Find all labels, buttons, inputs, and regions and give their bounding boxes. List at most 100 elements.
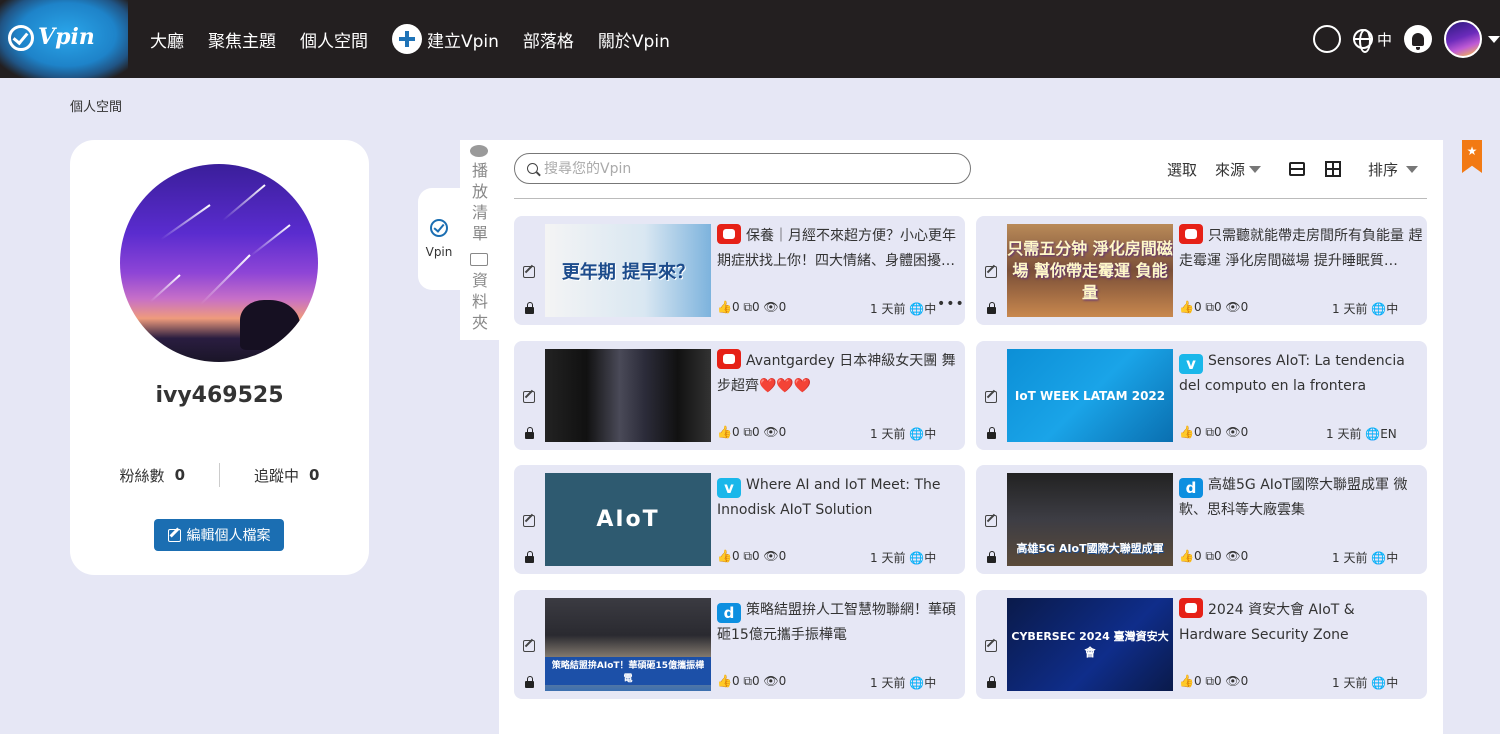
video-title[interactable]: Avantgardey 日本神級女天團 舞步超齊❤️❤️❤️: [717, 349, 961, 399]
favorites-bookmark-icon[interactable]: ★: [1462, 140, 1482, 173]
vpin-card[interactable]: IoT WEEK LATAM 2022 v Sensores AIoT: La t…: [976, 341, 1427, 450]
video-thumbnail[interactable]: [545, 349, 711, 442]
youtube-icon: [1179, 598, 1203, 618]
nav-personal-space[interactable]: 個人空間: [300, 27, 368, 52]
edit-icon[interactable]: [523, 640, 535, 652]
vpin-card[interactable]: 只需五分钟 淨化房間磁場 幫你帶走霉運 負能量 只需聽就能帶走房間所有負能量 趕…: [976, 216, 1427, 325]
language-switch[interactable]: 中: [1377, 29, 1392, 50]
youtube-icon: [717, 224, 741, 244]
edit-profile-button[interactable]: 編輯個人檔案: [154, 519, 284, 551]
followers-label[interactable]: 粉絲數: [120, 465, 165, 486]
main-nav: 大廳 聚焦主題 個人空間 建立Vpin 部落格 關於Vpin: [150, 0, 694, 78]
post-meta: 1 天前 🌐中: [1332, 676, 1399, 690]
post-meta: 1 天前 🌐中: [870, 427, 937, 441]
edit-icon[interactable]: [985, 266, 997, 278]
lock-icon: [525, 551, 534, 563]
vpin-list-panel: 選取 來源 排序 更年期 提早來？ 保養｜月經不來超方便？小心更年期症狀找上你！…: [499, 140, 1443, 734]
lock-icon: [987, 551, 996, 563]
search-input[interactable]: [544, 160, 944, 177]
vpin-card[interactable]: 更年期 提早來？ 保養｜月經不來超方便？小心更年期症狀找上你！四大情緒、身體困擾…: [514, 216, 965, 325]
video-thumbnail[interactable]: 策略結盟拚AIoT！華碩砸15億攜振樺電: [545, 598, 711, 691]
breadcrumb[interactable]: 個人空間: [70, 96, 122, 115]
list-view-button[interactable]: [1289, 162, 1305, 176]
edit-icon[interactable]: [985, 391, 997, 403]
post-meta: 1 天前 🌐中: [870, 676, 937, 690]
video-thumbnail[interactable]: 更年期 提早來？: [545, 224, 711, 317]
nav-create-vpin-label: 建立Vpin: [427, 31, 499, 52]
info-icon[interactable]: ⓘ: [1312, 25, 1341, 53]
profile-picture: [120, 164, 318, 362]
toolbar-divider: [514, 198, 1427, 199]
tab-playlist[interactable]: 播放清單: [470, 160, 490, 244]
video-thumbnail[interactable]: 高雄5G AIoT國際大聯盟成軍: [1007, 473, 1173, 566]
vimeo-icon: v: [1179, 354, 1203, 374]
following-count: 0: [309, 466, 320, 484]
edit-icon[interactable]: [523, 391, 535, 403]
edit-icon[interactable]: [985, 640, 997, 652]
vpin-card[interactable]: CYBERSEC 2024 臺灣資安大會 2024 資安大會 AIoT & Ha…: [976, 590, 1427, 699]
video-title[interactable]: v Sensores AIoT: La tendencia del computo…: [1179, 349, 1423, 399]
chevron-down-icon[interactable]: [1488, 35, 1500, 43]
sort-label: 排序: [1368, 161, 1399, 179]
follow-stats: 粉絲數 0 追蹤中 0: [70, 462, 369, 488]
edit-profile-label: 編輯個人檔案: [186, 528, 271, 544]
youtube-icon: [717, 349, 741, 369]
engagement-stats: 👍0 ⧉0 👁0: [1179, 425, 1249, 439]
video-title[interactable]: d 策略結盟拚人工智慧物聯網！華碩砸15億元攜手振樺電: [717, 598, 961, 648]
post-meta: 1 天前 🌐中: [870, 551, 937, 565]
tab-folder[interactable]: 資料夾: [470, 270, 490, 333]
video-thumbnail[interactable]: CYBERSEC 2024 臺灣資安大會: [1007, 598, 1173, 691]
more-options-icon[interactable]: •••: [937, 296, 965, 312]
following-label[interactable]: 追蹤中: [254, 465, 299, 486]
profile-username: ivy469525: [155, 383, 284, 408]
video-thumbnail[interactable]: AIoT: [545, 473, 711, 566]
edit-icon[interactable]: [523, 515, 535, 527]
video-title[interactable]: v Where AI and IoT Meet: The Innodisk AIo…: [717, 473, 961, 523]
nav-about[interactable]: 關於Vpin: [598, 27, 670, 52]
user-avatar[interactable]: [1444, 20, 1482, 58]
vpin-card[interactable]: 策略結盟拚AIoT！華碩砸15億攜振樺電 d 策略結盟拚人工智慧物聯網！華碩砸15…: [514, 590, 965, 699]
video-title[interactable]: d 高雄5G AIoT國際大聯盟成軍 微軟、思科等大廠雲集: [1179, 473, 1423, 523]
lock-icon: [525, 676, 534, 688]
sort-dropdown[interactable]: 排序: [1368, 159, 1419, 180]
video-thumbnail[interactable]: IoT WEEK LATAM 2022: [1007, 349, 1173, 442]
post-meta: 1 天前 🌐中: [870, 302, 937, 316]
source-filter[interactable]: 來源: [1215, 159, 1262, 180]
search-box[interactable]: [514, 153, 971, 184]
grid-view-button[interactable]: [1325, 161, 1341, 177]
video-title[interactable]: 保養｜月經不來超方便？小心更年期症狀找上你！四大情緒、身體困擾…: [717, 224, 961, 274]
nav-blog[interactable]: 部落格: [523, 27, 574, 52]
video-title[interactable]: 2024 資安大會 AIoT & Hardware Security Zone: [1179, 598, 1423, 648]
edit-icon[interactable]: [523, 266, 535, 278]
video-title[interactable]: 只需聽就能帶走房間所有負能量 趕走霉運 淨化房間磁場 提升睡眠質…: [1179, 224, 1423, 274]
nav-lobby[interactable]: 大廳: [150, 27, 184, 52]
select-button[interactable]: 選取: [1167, 159, 1197, 180]
vpin-card[interactable]: 高雄5G AIoT國際大聯盟成軍 d 高雄5G AIoT國際大聯盟成軍 微軟、思科…: [976, 465, 1427, 574]
nav-create-vpin[interactable]: 建立Vpin: [392, 24, 499, 54]
vpin-card[interactable]: Avantgardey 日本神級女天團 舞步超齊❤️❤️❤️ 👍0 ⧉0 👁0 …: [514, 341, 965, 450]
lock-icon: [987, 302, 996, 314]
lock-icon: [525, 302, 534, 314]
caret-down-icon: [1406, 166, 1419, 173]
logo-text: Vpin: [38, 24, 95, 50]
post-meta: 1 天前 🌐中: [1332, 551, 1399, 565]
globe-icon[interactable]: [1352, 29, 1373, 53]
vpin-check-icon: [8, 25, 34, 51]
search-icon: [527, 163, 538, 174]
dailymotion-icon: d: [1179, 478, 1203, 498]
profile-card: ivy469525 粉絲數 0 追蹤中 0 編輯個人檔案: [70, 140, 369, 575]
side-tabs-panel: 播放清單 資料夾: [460, 140, 500, 340]
video-thumbnail[interactable]: 只需五分钟 淨化房間磁場 幫你帶走霉運 負能量: [1007, 224, 1173, 317]
vpin-card[interactable]: AIoT v Where AI and IoT Meet: The Innodis…: [514, 465, 965, 574]
nav-focus-topics[interactable]: 聚焦主題: [208, 27, 276, 52]
lock-icon: [987, 427, 996, 439]
edit-icon[interactable]: [985, 515, 997, 527]
youtube-icon: [1179, 224, 1203, 244]
vimeo-icon: v: [717, 478, 741, 498]
edit-icon: [167, 528, 181, 542]
engagement-stats: 👍0 ⧉0 👁0: [1179, 549, 1249, 563]
tab-vpin-label: Vpin: [425, 245, 453, 259]
tab-vpin[interactable]: Vpin: [418, 188, 460, 290]
bell-icon[interactable]: [1404, 25, 1432, 53]
vpin-logo[interactable]: Vpin: [0, 0, 128, 78]
